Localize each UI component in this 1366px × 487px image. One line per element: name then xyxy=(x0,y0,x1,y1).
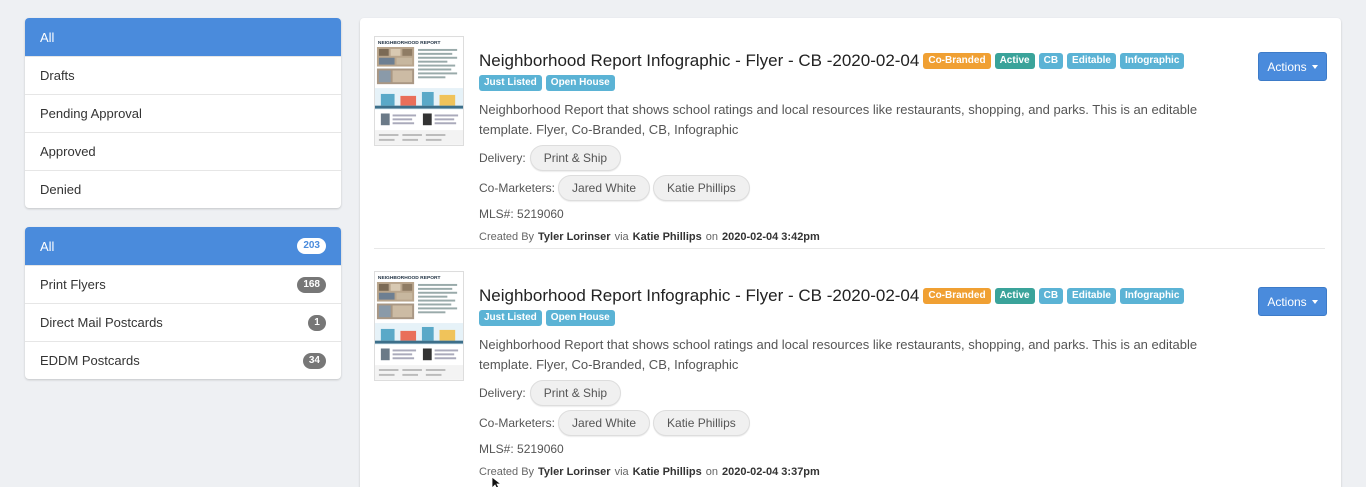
type-filter-direct-mail-postcards[interactable]: Direct Mail Postcards 1 xyxy=(25,303,341,341)
tag-badge: Just Listed xyxy=(479,75,542,91)
created-by: Tyler Lorinser xyxy=(538,466,611,478)
created-date: 2020-02-04 3:42pm xyxy=(721,231,820,243)
status-filter-label: All xyxy=(40,29,55,45)
comarketer-pill[interactable]: Katie Phillips xyxy=(653,410,750,436)
template-list: NEIGHBORHOOD REPORT Neighborhood Report I… xyxy=(360,18,1341,487)
flyer-thumbnail-art: NEIGHBORHOOD REPORT xyxy=(375,37,463,145)
comarketers-label: Co-Marketers: xyxy=(479,181,556,195)
comarketer-pill[interactable]: Jared White xyxy=(558,410,651,436)
caret-down-icon xyxy=(1311,64,1318,69)
count-badge: 203 xyxy=(297,238,326,254)
created-by: Tyler Lorinser xyxy=(538,231,611,243)
status-filter-approved[interactable]: Approved xyxy=(25,132,341,170)
svg-text:NEIGHBORHOOD REPORT: NEIGHBORHOOD REPORT xyxy=(378,275,441,281)
tag-badge: Open House xyxy=(545,310,615,326)
via-name: Katie Phillips xyxy=(632,466,702,478)
caret-down-icon xyxy=(1311,299,1318,304)
tag-badge: Just Listed xyxy=(479,310,542,326)
status-filter-label: Pending Approval xyxy=(40,106,142,121)
status-filter-list: All Drafts Pending Approval Approved Denied xyxy=(25,18,341,208)
tag-badge: CB xyxy=(1038,53,1064,69)
via-word: via xyxy=(614,466,629,478)
status-filter-denied[interactable]: Denied xyxy=(25,170,341,208)
actions-label: Actions xyxy=(1267,59,1307,74)
type-filter-label: EDDM Postcards xyxy=(40,353,140,368)
actions-button[interactable]: Actions xyxy=(1258,287,1327,316)
mls-number: MLS#: 5219060 xyxy=(479,442,564,456)
type-filter-list: All 203 Print Flyers 168 Direct Mail Postcar… xyxy=(25,227,341,379)
tag-badge: Active xyxy=(994,53,1035,69)
status-filter-drafts[interactable]: Drafts xyxy=(25,56,341,94)
template-title[interactable]: Neighborhood Report Infographic - Flyer … xyxy=(479,286,919,306)
flyer-thumbnail-art: NEIGHBORHOOD REPORT xyxy=(375,272,463,380)
flyer-thumbnail[interactable]: NEIGHBORHOOD REPORT xyxy=(374,271,464,381)
count-badge: 168 xyxy=(297,276,326,293)
mouse-cursor-icon xyxy=(491,476,503,487)
delivery-label: Delivery: xyxy=(479,386,526,400)
title-row: Neighborhood Report Infographic - Flyer … xyxy=(479,286,1239,326)
tag-badge: Editable xyxy=(1067,53,1116,69)
tag-badge: CB xyxy=(1038,288,1064,304)
type-filter-all[interactable]: All 203 xyxy=(25,227,341,265)
template-item: NEIGHBORHOOD REPORT Neighborhood Report I… xyxy=(374,36,1327,268)
delivery-pill[interactable]: Print & Ship xyxy=(529,145,622,171)
type-filter-label: All xyxy=(40,238,55,254)
delivery-pill[interactable]: Print & Ship xyxy=(529,380,622,406)
status-filter-all[interactable]: All xyxy=(25,18,341,56)
status-filter-label: Drafts xyxy=(40,68,75,83)
tag-badge: Open House xyxy=(545,75,615,91)
svg-text:NEIGHBORHOOD REPORT: NEIGHBORHOOD REPORT xyxy=(378,40,441,46)
comarketer-pill[interactable]: Jared White xyxy=(558,175,651,201)
tag-badge: Editable xyxy=(1067,288,1116,304)
created-info: Created By Tyler Lorinser via Katie Phillip… xyxy=(479,466,820,478)
comarketer-pill[interactable]: Katie Phillips xyxy=(653,175,750,201)
tag-badge: Co-Branded xyxy=(923,288,991,304)
template-item: NEIGHBORHOOD REPORT Neighborhood Report I… xyxy=(374,248,1327,480)
on-word: on xyxy=(705,466,718,478)
sidebar: All Drafts Pending Approval Approved Denied … xyxy=(25,18,341,398)
template-description: Neighborhood Report that shows school ra… xyxy=(479,102,1198,137)
delivery-label: Delivery: xyxy=(479,151,526,165)
type-filter-eddm-postcards[interactable]: EDDM Postcards 34 xyxy=(25,341,341,379)
delivery-row: Delivery: Print & Ship xyxy=(479,145,622,171)
tag-badge: Infographic xyxy=(1119,53,1185,69)
on-word: on xyxy=(705,231,718,243)
created-prefix: Created By xyxy=(479,466,535,478)
tag-badge: Infographic xyxy=(1119,288,1185,304)
template-title[interactable]: Neighborhood Report Infographic - Flyer … xyxy=(479,51,919,71)
comarketers-label: Co-Marketers: xyxy=(479,416,556,430)
type-filter-print-flyers[interactable]: Print Flyers 168 xyxy=(25,265,341,303)
created-info: Created By Tyler Lorinser via Katie Phillip… xyxy=(479,231,820,243)
tag-badge: Co-Branded xyxy=(923,53,991,69)
actions-button[interactable]: Actions xyxy=(1258,52,1327,81)
actions-label: Actions xyxy=(1267,294,1307,309)
via-name: Katie Phillips xyxy=(632,231,702,243)
count-badge: 1 xyxy=(308,314,326,331)
comarketers-row: Co-Marketers: Jared White Katie Phillips xyxy=(479,410,750,436)
template-description: Neighborhood Report that shows school ra… xyxy=(479,337,1198,372)
type-filter-label: Direct Mail Postcards xyxy=(40,315,163,330)
delivery-row: Delivery: Print & Ship xyxy=(479,380,622,406)
status-filter-label: Denied xyxy=(40,182,82,197)
mls-number: MLS#: 5219060 xyxy=(479,207,564,221)
tag-badge: Active xyxy=(994,288,1035,304)
via-word: via xyxy=(614,231,629,243)
status-filter-label: Approved xyxy=(40,144,96,159)
title-row: Neighborhood Report Infographic - Flyer … xyxy=(479,51,1239,91)
comarketers-row: Co-Marketers: Jared White Katie Phillips xyxy=(479,175,750,201)
count-badge: 34 xyxy=(302,352,326,369)
flyer-thumbnail[interactable]: NEIGHBORHOOD REPORT xyxy=(374,36,464,146)
created-date: 2020-02-04 3:37pm xyxy=(721,466,820,478)
status-filter-pending-approval[interactable]: Pending Approval xyxy=(25,94,341,132)
created-prefix: Created By xyxy=(479,231,535,243)
type-filter-label: Print Flyers xyxy=(40,277,106,292)
